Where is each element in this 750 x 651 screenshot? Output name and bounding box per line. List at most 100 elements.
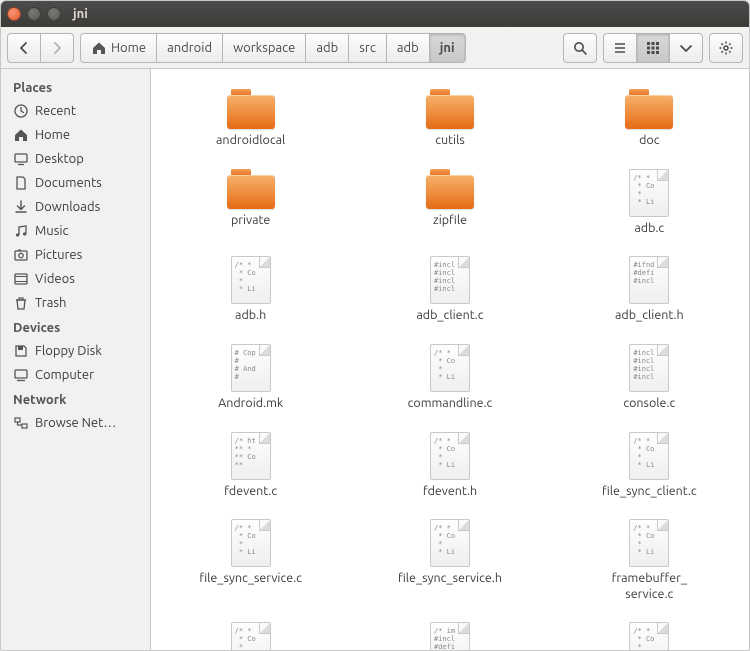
titlebar[interactable]: jni — [1, 1, 749, 27]
sidebar-item[interactable]: Computer — [1, 363, 150, 387]
desktop-icon — [13, 151, 29, 167]
sidebar-section-header: Devices — [1, 315, 150, 339]
folder-item[interactable]: androidlocal — [151, 81, 350, 161]
file-item[interactable]: /* * * Co * * Liget_my_path_linux.c — [151, 614, 350, 650]
sidebar-item-label: Downloads — [35, 200, 100, 214]
item-label: adb.c — [634, 221, 664, 237]
breadcrumb-label: adb — [397, 41, 419, 55]
document-icon — [13, 175, 29, 191]
view-mode-group — [603, 33, 703, 63]
sidebar-item-label: Desktop — [35, 152, 84, 166]
sidebar-section-header: Network — [1, 387, 150, 411]
item-label: commandline.c — [408, 396, 493, 412]
file-item[interactable]: #ifnd#defi#incladb_client.h — [550, 248, 749, 336]
item-label: file_sync_service.h — [398, 571, 502, 587]
file-item[interactable]: /* ht** *** Co**fdevent.c — [151, 424, 350, 512]
file-item[interactable]: /* * * Co * * Li commandline.c — [350, 336, 549, 424]
file-icon: /* * * Co * * Li — [430, 519, 470, 567]
file-item[interactable]: /* im#incl#defi#incljdwp_service.c — [350, 614, 549, 650]
file-icon: /* * * Co * * Li — [629, 432, 669, 480]
sidebar-item[interactable]: Downloads — [1, 195, 150, 219]
sidebar-item[interactable]: Trash — [1, 291, 150, 315]
file-item[interactable]: #incl#incl#incl#inclconsole.c — [550, 336, 749, 424]
forward-button[interactable] — [41, 33, 74, 63]
view-more-button[interactable] — [670, 33, 703, 63]
sidebar-item[interactable]: Videos — [1, 267, 150, 291]
sidebar-section-header: Places — [1, 75, 150, 99]
breadcrumb-segment[interactable]: workspace — [223, 33, 306, 63]
sidebar-item[interactable]: Home — [1, 123, 150, 147]
item-label: androidlocal — [216, 133, 285, 149]
content-pane[interactable]: androidlocalcutilsdocprivatezipfile/* * … — [151, 69, 749, 650]
sidebar-item[interactable]: Desktop — [1, 147, 150, 171]
folder-item[interactable]: cutils — [350, 81, 549, 161]
folder-icon — [625, 89, 673, 129]
folder-item[interactable]: zipfile — [350, 161, 549, 249]
folder-item[interactable]: doc — [550, 81, 749, 161]
file-manager-window: jni Home androidworkspace adbsrcadb jni — [0, 0, 750, 651]
breadcrumb-label: Home — [111, 41, 146, 55]
file-item[interactable]: #incl#incl#incl#incladb_client.c — [350, 248, 549, 336]
main-body: PlacesRecent Home Desktop Documents Download… — [1, 69, 749, 650]
sidebar-item-label: Browse Net… — [35, 416, 116, 430]
file-icon: /* * * Co * * Li — [629, 622, 669, 650]
file-icon: /* * * Co * * Li — [430, 344, 470, 392]
sidebar: PlacesRecent Home Desktop Documents Download… — [1, 69, 151, 650]
breadcrumb-segment[interactable]: adb — [387, 33, 430, 63]
download-icon — [13, 199, 29, 215]
breadcrumb-label: adb — [316, 41, 338, 55]
clock-icon — [13, 103, 29, 119]
list-icon — [612, 40, 628, 56]
file-item[interactable]: /* * * Co * * Li file_sync_service.h — [350, 511, 549, 614]
breadcrumb-segment[interactable]: jni — [430, 33, 466, 63]
sidebar-item-label: Home — [35, 128, 70, 142]
file-item[interactable]: /* * * Co * * Lifdevent.h — [350, 424, 549, 512]
view-list-button[interactable] — [603, 33, 637, 63]
file-item[interactable]: /* * * Co * * Liframebuffer_service.c — [550, 511, 749, 614]
item-label: framebuffer_service.c — [612, 571, 687, 602]
network-icon — [13, 415, 29, 431]
window-minimize-button[interactable] — [27, 7, 41, 21]
file-icon: #incl#incl#incl#incl — [629, 344, 669, 392]
breadcrumb-segment[interactable]: adb — [306, 33, 349, 63]
sidebar-item-label: Floppy Disk — [35, 344, 102, 358]
item-label: Android.mk — [218, 396, 283, 412]
sidebar-item[interactable]: Pictures — [1, 243, 150, 267]
breadcrumb-label: jni — [440, 41, 455, 55]
folder-icon — [227, 89, 275, 129]
chevron-right-icon — [49, 40, 65, 56]
sidebar-item-label: Documents — [35, 176, 102, 190]
breadcrumb-segment[interactable]: android — [157, 33, 223, 63]
file-icon: #incl#incl#incl#incl — [430, 256, 470, 304]
breadcrumb: Home androidworkspace adbsrcadb jni — [80, 33, 466, 63]
file-icon: /* im#incl#defi#incl — [430, 622, 470, 650]
sidebar-item[interactable]: Browse Net… — [1, 411, 150, 435]
sidebar-item[interactable]: Floppy Disk — [1, 339, 150, 363]
file-item[interactable]: /* * * Co * * Liadb.c — [550, 161, 749, 249]
breadcrumb-segment[interactable]: src — [349, 33, 387, 63]
breadcrumb-segment[interactable]: Home — [80, 33, 157, 63]
file-item[interactable]: /* * * Co * * Lifile_sync_client.c — [550, 424, 749, 512]
sidebar-item[interactable]: Documents — [1, 171, 150, 195]
computer-icon — [13, 367, 29, 383]
sidebar-item[interactable]: Recent — [1, 99, 150, 123]
search-button[interactable] — [563, 33, 597, 63]
sidebar-item[interactable]: Music — [1, 219, 150, 243]
file-icon: # Cop## And# — [231, 344, 271, 392]
item-label: cutils — [435, 133, 465, 149]
videos-icon — [13, 271, 29, 287]
file-icon: /* ht** *** Co** — [231, 432, 271, 480]
window-maximize-button[interactable] — [47, 7, 61, 21]
file-item[interactable]: /* * * Co * * Liadb.h — [151, 248, 350, 336]
window-close-button[interactable] — [7, 7, 21, 21]
folder-item[interactable]: private — [151, 161, 350, 249]
file-item[interactable]: /* * * Co * * Lifile_sync_service.c — [151, 511, 350, 614]
settings-button[interactable] — [709, 33, 743, 63]
folder-icon — [426, 169, 474, 209]
view-icons-button[interactable] — [637, 33, 670, 63]
file-item[interactable]: # Cop## And# Android.mk — [151, 336, 350, 424]
nav-buttons — [7, 33, 74, 63]
file-item[interactable]: /* * * Co * * Lilog_service.c — [550, 614, 749, 650]
back-button[interactable] — [7, 33, 41, 63]
search-icon — [572, 40, 588, 56]
